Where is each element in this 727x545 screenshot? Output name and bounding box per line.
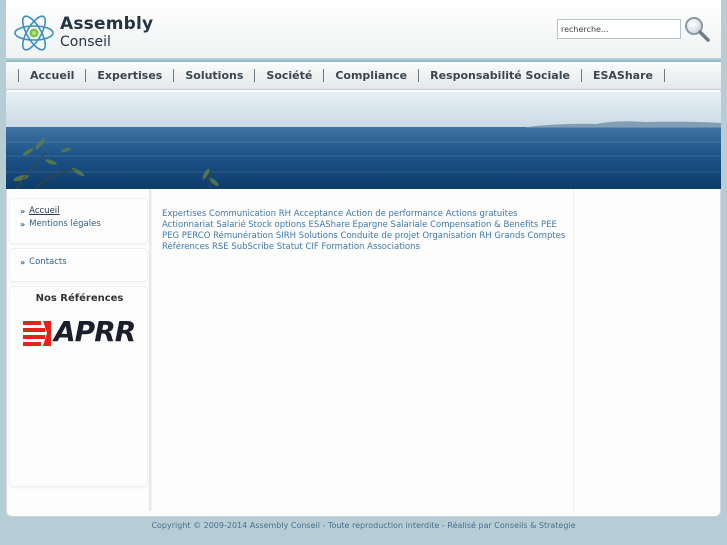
tag-link[interactable]: Acceptance <box>294 209 343 219</box>
tag-link[interactable]: PEG <box>162 231 179 241</box>
tag-link[interactable]: Solutions <box>299 231 338 241</box>
tag-link[interactable]: Actionnariat Salarié <box>162 220 246 230</box>
tag-link[interactable]: Actions gratuites <box>446 209 518 219</box>
atom-logo-icon[interactable] <box>12 10 60 56</box>
tag-link[interactable]: Stock options <box>248 220 306 230</box>
tag-link[interactable]: CIF <box>305 242 318 252</box>
references-title: Nos Références <box>35 293 124 304</box>
brand-subtitle[interactable]: Conseil <box>60 34 111 50</box>
sea-banner-image <box>6 92 721 189</box>
tag-link[interactable]: Expertises <box>162 209 206 219</box>
double-arrow-icon: » <box>20 207 26 216</box>
aprr-logo-icon[interactable]: APRR <box>23 315 137 349</box>
sidebar-item-accueil[interactable]: » Accueil <box>20 205 147 218</box>
nav-item-solutions[interactable]: Solutions <box>174 69 256 82</box>
sidebar-item-mentions-legales[interactable]: » Mentions légales <box>20 218 147 231</box>
tag-link[interactable]: Formation <box>322 242 365 252</box>
main-nav: Accueil Expertises Solutions Société Com… <box>6 62 721 90</box>
tag-link[interactable]: Compensation & Benefits <box>430 220 538 230</box>
sidebar-nav-box: » Accueil » Mentions légales <box>9 198 148 244</box>
sidebar-contact-box: » Contacts <box>9 248 148 282</box>
tag-link[interactable]: SubScribe <box>231 242 274 252</box>
tag-link[interactable]: Epargne Salariale <box>353 220 428 230</box>
footer-copyright: Copyright © 2009-2014 Assembly Conseil -… <box>151 521 576 530</box>
tag-link[interactable]: Communication RH <box>209 209 291 219</box>
tag-link[interactable]: Références <box>162 242 209 252</box>
tag-link[interactable]: Conduite de projet <box>341 231 420 241</box>
brand-title[interactable]: Assembly <box>60 14 153 34</box>
tag-link[interactable]: Action de performance <box>346 209 443 219</box>
double-arrow-icon: » <box>20 220 26 229</box>
tag-link[interactable]: PERCO <box>182 231 211 241</box>
main-content: Expertises Communication RH Acceptance A… <box>152 189 574 511</box>
tag-link[interactable]: Statut <box>277 242 303 252</box>
tag-cloud: Expertises Communication RH Acceptance A… <box>162 209 567 253</box>
sidebar-item-label: Mentions légales <box>29 219 101 229</box>
nav-item-compliance[interactable]: Compliance <box>324 69 420 82</box>
left-sidebar: » Accueil » Mentions légales » Contacts … <box>9 192 148 487</box>
tag-link[interactable]: Organisation RH <box>422 231 491 241</box>
magnifier-icon <box>685 17 710 42</box>
nav-item-responsabilite-sociale[interactable]: Responsabilité Sociale <box>419 69 582 82</box>
nav-item-accueil[interactable]: Accueil <box>18 69 87 82</box>
sidebar-item-label: Contacts <box>29 257 67 267</box>
nav-item-societe[interactable]: Société <box>255 69 325 82</box>
tag-link[interactable]: Rémunération <box>213 231 273 241</box>
search-button[interactable] <box>683 15 711 43</box>
sidebar-item-contacts[interactable]: » Contacts <box>20 256 147 269</box>
sidebar-item-label: Accueil <box>29 206 60 216</box>
search-input[interactable] <box>557 19 681 39</box>
tag-link[interactable]: RSE <box>212 242 229 252</box>
tag-link[interactable]: Grands Comptes <box>494 231 565 241</box>
references-box: Nos Références APRR <box>9 286 148 487</box>
tag-link[interactable]: ESAShare <box>309 220 350 230</box>
tag-link[interactable]: SIRH <box>276 231 296 241</box>
aprr-logo-text: APRR <box>54 315 136 348</box>
tag-link[interactable]: PEE <box>541 220 557 230</box>
tag-link[interactable]: Associations <box>367 242 420 252</box>
nav-item-esashare[interactable]: ESAShare <box>582 69 665 82</box>
nav-item-expertises[interactable]: Expertises <box>86 69 175 82</box>
double-arrow-icon: » <box>20 258 26 267</box>
